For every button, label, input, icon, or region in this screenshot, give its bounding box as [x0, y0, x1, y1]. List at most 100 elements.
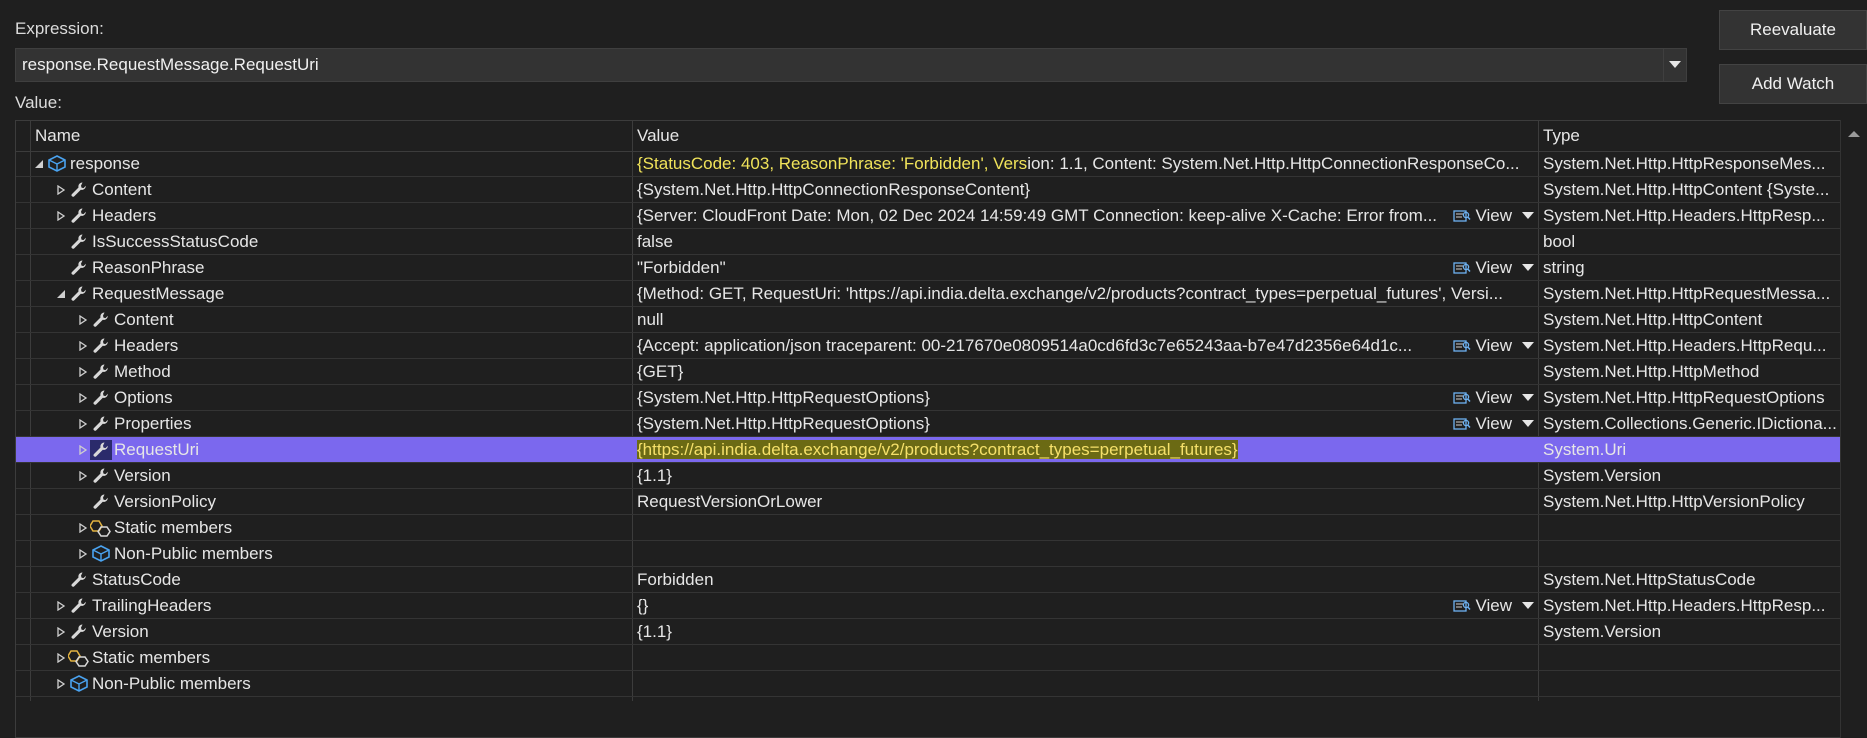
name-cell: Method [16, 359, 617, 385]
value-cell[interactable]: {} View [633, 593, 1538, 619]
scroll-up-icon[interactable] [1841, 124, 1867, 144]
vertical-scrollbar[interactable] [1840, 120, 1867, 738]
row-name-label: Content [92, 180, 152, 199]
type-cell: System.Net.Http.HttpRequestOptions [1543, 388, 1825, 407]
expression-dropdown-button[interactable] [1663, 49, 1686, 81]
value-cell[interactable]: {1.1} [633, 619, 1538, 645]
type-cell: System.Net.Http.Headers.HttpRequ... [1543, 336, 1827, 355]
value-text: {1.1} [637, 466, 672, 485]
expand-arrow-icon[interactable] [54, 671, 68, 697]
value-cell[interactable]: {System.Net.Http.HttpConnectionResponseC… [633, 177, 1538, 203]
view-visualizer-button[interactable]: View [1453, 385, 1534, 411]
row-name-label: TrailingHeaders [92, 596, 212, 615]
expand-arrow-icon[interactable] [76, 307, 90, 333]
tree-row-version[interactable]: Version {1.1} System.Version [16, 619, 1841, 645]
row-name-label: Version [92, 622, 149, 641]
tree-row-static-members[interactable]: Static members [16, 515, 1841, 541]
expand-arrow-icon[interactable] [76, 333, 90, 359]
static-members-icon [68, 648, 90, 668]
expand-arrow-icon[interactable] [76, 463, 90, 489]
tree-row-requesturi[interactable]: RequestUri {https://api.india.delta.excha… [16, 437, 1841, 463]
value-cell[interactable] [633, 515, 1538, 541]
tree-row-non-public-members[interactable]: Non-Public members [16, 541, 1841, 567]
row-name-label: RequestMessage [92, 284, 225, 303]
view-visualizer-button[interactable]: View [1453, 411, 1534, 437]
value-cell[interactable]: RequestVersionOrLower [633, 489, 1538, 515]
expand-arrow-icon[interactable] [76, 437, 90, 463]
expand-arrow-icon[interactable] [54, 645, 68, 671]
tree-row-headers[interactable]: Headers {Accept: application/json tracepa… [16, 333, 1841, 359]
value-cell[interactable]: {1.1} [633, 463, 1538, 489]
column-header-value[interactable]: Value [633, 121, 1537, 151]
expand-arrow-icon[interactable] [54, 203, 68, 229]
expression-label: Expression: [15, 19, 104, 38]
value-cell[interactable]: {System.Net.Http.HttpRequestOptions} View [633, 411, 1538, 437]
value-cell[interactable]: {StatusCode: 403, ReasonPhrase: 'Forbidd… [633, 151, 1538, 177]
view-visualizer-button[interactable]: View [1453, 203, 1534, 229]
name-cell: Headers [16, 333, 617, 359]
collapse-arrow-icon[interactable] [32, 151, 46, 177]
value-text: false [637, 232, 673, 251]
expand-arrow-icon[interactable] [76, 411, 90, 437]
row-name-label: response [70, 154, 140, 173]
tree-row-versionpolicy[interactable]: VersionPolicy RequestVersionOrLower System… [16, 489, 1841, 515]
expand-arrow-icon[interactable] [76, 515, 90, 541]
value-text: {Accept: application/json traceparent: 0… [637, 336, 1413, 355]
chevron-down-icon [1522, 264, 1534, 271]
value-cell[interactable]: null [633, 307, 1538, 333]
type-cell: System.Net.Http.HttpContent [1543, 310, 1763, 329]
expand-arrow-icon[interactable] [54, 619, 68, 645]
expand-arrow-icon[interactable] [76, 359, 90, 385]
tree-row-statuscode[interactable]: StatusCode Forbidden System.Net.HttpStatus… [16, 567, 1841, 593]
tree-row-version[interactable]: Version {1.1} System.Version [16, 463, 1841, 489]
value-cell[interactable]: {Accept: application/json traceparent: 0… [633, 333, 1538, 359]
tree-row-static-members[interactable]: Static members [16, 645, 1841, 671]
name-cell: response [16, 151, 617, 177]
add-watch-button[interactable]: Add Watch [1719, 64, 1867, 104]
expand-arrow-icon[interactable] [54, 593, 68, 619]
value-text: {https://api.india.delta.exchange/v2/pro… [637, 440, 1238, 459]
tree-row-headers[interactable]: Headers {Server: CloudFront Date: Mon, 02… [16, 203, 1841, 229]
chevron-down-icon [1522, 212, 1534, 219]
value-cell[interactable] [633, 671, 1538, 697]
expand-arrow-icon[interactable] [76, 385, 90, 411]
chevron-down-icon [1669, 61, 1681, 68]
value-cell[interactable] [633, 645, 1538, 671]
value-label: Value: [15, 93, 62, 112]
tree-row-properties[interactable]: Properties {System.Net.Http.HttpRequestOp… [16, 411, 1841, 437]
value-cell[interactable]: {Server: CloudFront Date: Mon, 02 Dec 20… [633, 203, 1538, 229]
value-cell[interactable]: "Forbidden" View [633, 255, 1538, 281]
tree-row-response[interactable]: response {StatusCode: 403, ReasonPhrase: … [16, 151, 1841, 177]
view-visualizer-button[interactable]: View [1453, 333, 1534, 359]
type-cell: System.Uri [1543, 440, 1627, 459]
expression-text[interactable]: response.RequestMessage.RequestUri [16, 55, 1663, 75]
tree-row-requestmessage[interactable]: RequestMessage {Method: GET, RequestUri: … [16, 281, 1841, 307]
view-visualizer-button[interactable]: View [1453, 255, 1534, 281]
tree-row-reasonphrase[interactable]: ReasonPhrase "Forbidden" View string [16, 255, 1841, 281]
collapse-arrow-icon[interactable] [54, 281, 68, 307]
expression-input[interactable]: response.RequestMessage.RequestUri [15, 48, 1687, 82]
wrench-icon [90, 362, 112, 382]
reevaluate-button[interactable]: Reevaluate [1719, 10, 1867, 50]
expand-arrow-icon[interactable] [54, 177, 68, 203]
value-cell[interactable]: Forbidden [633, 567, 1538, 593]
view-visualizer-button[interactable]: View [1453, 593, 1534, 619]
value-cell[interactable]: {System.Net.Http.HttpRequestOptions} View [633, 385, 1538, 411]
value-cell[interactable]: {GET} [633, 359, 1538, 385]
tree-row-content[interactable]: Content {System.Net.Http.HttpConnectionRe… [16, 177, 1841, 203]
value-cell[interactable]: {https://api.india.delta.exchange/v2/pro… [633, 437, 1538, 463]
value-cell[interactable] [633, 541, 1538, 567]
tree-row-issuccessstatuscode[interactable]: IsSuccessStatusCode false bool [16, 229, 1841, 255]
tree-row-trailingheaders[interactable]: TrailingHeaders {} View System.Net.Http.Hea… [16, 593, 1841, 619]
column-header-name[interactable]: Name [31, 121, 635, 151]
type-cell: System.Net.Http.HttpResponseMes... [1543, 154, 1826, 173]
value-cell[interactable]: false [633, 229, 1538, 255]
value-text: null [637, 310, 664, 329]
expand-arrow-icon[interactable] [76, 541, 90, 567]
tree-row-options[interactable]: Options {System.Net.Http.HttpRequestOptio… [16, 385, 1841, 411]
tree-row-non-public-members[interactable]: Non-Public members [16, 671, 1841, 697]
tree-row-method[interactable]: Method {GET} System.Net.Http.HttpMethod [16, 359, 1841, 385]
tree-row-content[interactable]: Content null System.Net.Http.HttpContent [16, 307, 1841, 333]
column-header-type[interactable]: Type [1539, 121, 1843, 151]
value-cell[interactable]: {Method: GET, RequestUri: 'https://api.i… [633, 281, 1538, 307]
